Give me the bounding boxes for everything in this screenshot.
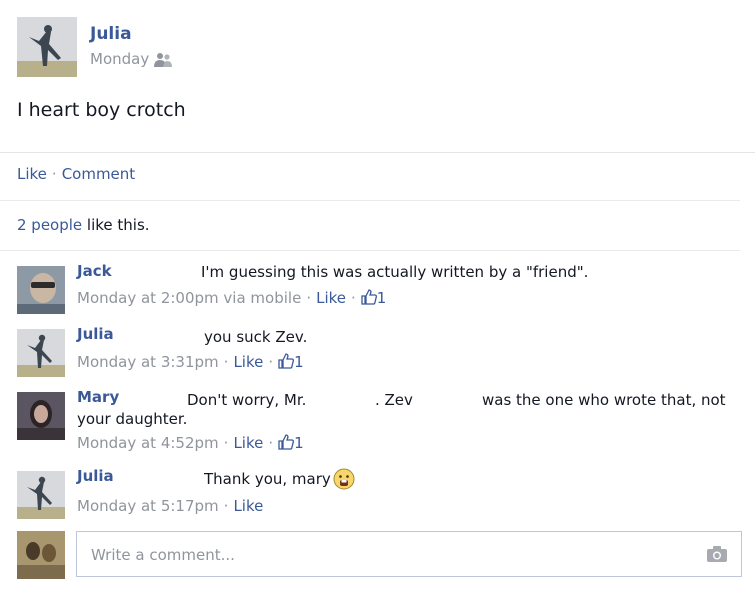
emoticon-icon xyxy=(333,468,355,494)
comment: Julia Thank you, mary Monday at 5:17pm · L… xyxy=(17,467,737,523)
post-actions: Like · Comment xyxy=(17,165,135,183)
likes-suffix: like this. xyxy=(82,216,150,234)
avatar[interactable] xyxy=(17,329,65,377)
comment-text: I'm guessing this was actually written b… xyxy=(201,263,589,281)
comment-meta: Monday at 5:17pm · Like xyxy=(77,497,264,515)
avatar[interactable] xyxy=(17,266,65,314)
author-name[interactable]: Julia xyxy=(90,24,132,44)
comment-like-link[interactable]: Like xyxy=(233,497,263,515)
comment-like-link[interactable]: Like xyxy=(233,353,263,371)
comment: Mary Don't worry, Mr. . Zev was the one … xyxy=(17,388,737,456)
comment-like-link[interactable]: Like xyxy=(233,434,263,452)
comment-text: you suck Zev. xyxy=(204,328,308,346)
comment-author[interactable]: Julia xyxy=(77,467,114,485)
comment-time[interactable]: Monday at 4:52pm xyxy=(77,434,219,452)
divider xyxy=(0,200,740,201)
comment-time[interactable]: Monday at 3:31pm xyxy=(77,353,219,371)
avatar[interactable] xyxy=(17,392,65,440)
comment-via: via mobile xyxy=(218,289,302,307)
comment-time[interactable]: Monday at 2:00pm xyxy=(77,289,219,307)
likes-summary: 2 people like this. xyxy=(17,216,150,234)
thumbs-up-icon xyxy=(278,353,295,369)
avatar[interactable] xyxy=(17,531,65,579)
comment-meta: Monday at 2:00pm via mobile · Like · 1 xyxy=(77,289,387,307)
thumbs-up-icon xyxy=(278,434,295,450)
likers-link[interactable]: 2 people xyxy=(17,216,82,234)
thumbs-up-icon xyxy=(361,289,377,305)
comment-like-count[interactable]: 1 xyxy=(278,434,304,452)
post-text: I heart boy crotch xyxy=(17,99,186,121)
comment-input[interactable] xyxy=(89,534,693,576)
separator-dot: · xyxy=(51,165,57,183)
comment: Julia you suck Zev. Monday at 3:31pm · Lik… xyxy=(17,325,737,381)
comment-link[interactable]: Comment xyxy=(62,165,136,183)
comment-text: was the one who wrote that, not xyxy=(482,391,726,409)
comment-author[interactable]: Jack xyxy=(77,262,112,280)
comment-like-link[interactable]: Like xyxy=(316,289,346,307)
comment-like-count[interactable]: 1 xyxy=(278,353,304,371)
comment-text: Don't worry, Mr. xyxy=(187,391,307,409)
comment-like-count[interactable]: 1 xyxy=(361,289,386,307)
post-date[interactable]: Monday xyxy=(90,50,149,68)
comment-meta: Monday at 3:31pm · Like · 1 xyxy=(77,353,304,371)
comment-author[interactable]: Mary xyxy=(77,388,119,406)
divider xyxy=(0,250,740,251)
camera-icon[interactable] xyxy=(706,545,728,567)
comment-author[interactable]: Julia xyxy=(77,325,114,343)
divider xyxy=(0,152,755,153)
comment-input-box[interactable] xyxy=(76,531,742,577)
avatar[interactable] xyxy=(17,471,65,519)
comment: Jack I'm guessing this was actually writ… xyxy=(17,262,737,318)
comment-text: your daughter. xyxy=(77,410,188,428)
comment-text: Thank you, mary xyxy=(204,470,331,488)
friends-icon[interactable] xyxy=(153,52,173,72)
comment-text: . Zev xyxy=(375,391,413,409)
comment-time[interactable]: Monday at 5:17pm xyxy=(77,497,219,515)
like-link[interactable]: Like xyxy=(17,165,47,183)
comment-meta: Monday at 4:52pm · Like · 1 xyxy=(77,434,304,452)
post-header-text: Julia Monday xyxy=(17,17,317,87)
